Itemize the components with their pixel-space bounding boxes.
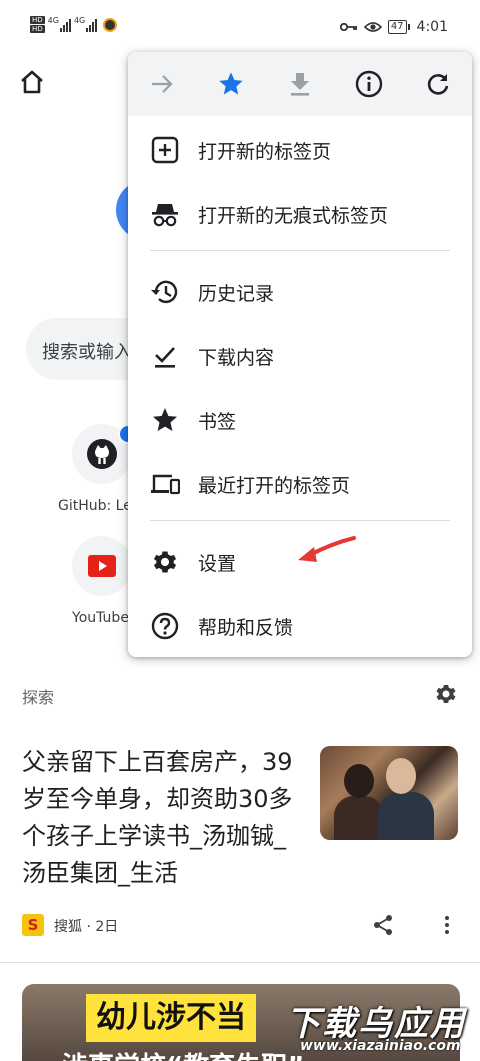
signal-icon-2	[86, 18, 98, 32]
menu-item-recent-tabs[interactable]: 最近打开的标签页	[128, 456, 472, 512]
explore-label: 探索	[22, 688, 55, 707]
bookmarks-icon	[153, 408, 177, 431]
forward-icon	[152, 75, 173, 93]
network-type-1: 4G	[47, 16, 59, 25]
page-info-button[interactable]	[353, 68, 385, 100]
recent-tabs-icon	[151, 474, 180, 495]
menu-label-history: 历史记录	[198, 283, 275, 305]
menu-item-history[interactable]: 历史记录	[128, 264, 472, 320]
menu-label-recent-tabs: 最近打开的标签页	[198, 475, 351, 497]
share-icon[interactable]	[372, 914, 394, 936]
shortcut-label-youtube: YouTube	[72, 610, 129, 626]
refresh-icon	[427, 74, 449, 95]
menu-divider-1	[150, 250, 450, 251]
menu-item-help-feedback[interactable]: 帮助和反馈	[128, 598, 472, 654]
star-filled-icon	[219, 72, 243, 95]
refresh-button[interactable]	[422, 68, 454, 100]
history-icon	[151, 280, 178, 304]
menu-item-new-tab[interactable]: 打开新的标签页	[128, 122, 472, 178]
menu-item-bookmarks[interactable]: 书签	[128, 392, 472, 448]
menu-label-bookmarks: 书签	[198, 411, 237, 433]
shortcut-label-github: GitHub: Le	[58, 498, 132, 514]
menu-toolbar	[128, 52, 472, 116]
status-left: HD HD 4G 4G	[30, 16, 118, 33]
signal-icon-1	[59, 18, 71, 32]
card2-subtitle: 涉事学校“教育失职”	[62, 1046, 304, 1061]
menu-item-downloads[interactable]: 下载内容	[128, 328, 472, 384]
feed-divider	[0, 962, 480, 963]
key-icon	[339, 22, 357, 32]
settings-icon	[153, 551, 177, 573]
article-thumbnail[interactable]	[320, 746, 458, 840]
github-icon	[87, 439, 117, 469]
battery-indicator: 47	[387, 20, 410, 34]
menu-label-help-feedback: 帮助和反馈	[198, 617, 294, 639]
watermark-url: www.xiazainiao.com	[300, 1038, 461, 1054]
hd-badge-1: HD	[30, 16, 45, 24]
youtube-icon	[88, 555, 116, 577]
bookmark-star-button[interactable]	[215, 68, 247, 100]
help-icon	[151, 612, 179, 640]
shortcut-tile-youtube[interactable]	[72, 536, 132, 596]
status-right: 47 4:01	[339, 19, 448, 35]
download-icon	[291, 73, 309, 96]
home-icon[interactable]	[18, 68, 46, 96]
source-logo: S	[22, 914, 44, 936]
status-bar: HD HD 4G 4G 47 4:01	[0, 0, 480, 56]
forward-button[interactable]	[146, 68, 178, 100]
menu-label-downloads: 下载内容	[198, 347, 275, 369]
article-title[interactable]: 父亲留下上百套房产，39岁至今单身，却资助30多个孩子上学读书_汤珈铖_汤臣集团…	[22, 744, 302, 892]
hd-badges: HD HD	[30, 16, 45, 33]
menu-label-new-tab: 打开新的标签页	[198, 141, 332, 163]
menu-item-incognito[interactable]: 打开新的无痕式标签页	[128, 186, 472, 242]
menu-label-incognito: 打开新的无痕式标签页	[198, 205, 389, 227]
menu-label-settings: 设置	[198, 553, 237, 575]
eye-icon	[363, 22, 382, 32]
hd-badge-2: HD	[30, 25, 45, 33]
download-page-button[interactable]	[284, 68, 316, 100]
article-source: 搜狐 · 2日	[54, 919, 119, 935]
downloads-icon	[155, 347, 175, 368]
new-tab-icon	[151, 136, 179, 164]
incognito-icon	[152, 204, 178, 227]
network-type-2: 4G	[73, 16, 86, 25]
menu-divider-2	[150, 520, 450, 521]
more-vert-icon[interactable]	[436, 914, 458, 936]
notification-app-icon	[103, 17, 118, 32]
annotation-arrow-icon	[298, 536, 356, 562]
feed-settings-gear-icon[interactable]	[434, 682, 458, 706]
clock: 4:01	[416, 19, 448, 35]
info-icon	[355, 70, 383, 98]
card2-banner: 幼儿涉不当	[86, 994, 256, 1042]
